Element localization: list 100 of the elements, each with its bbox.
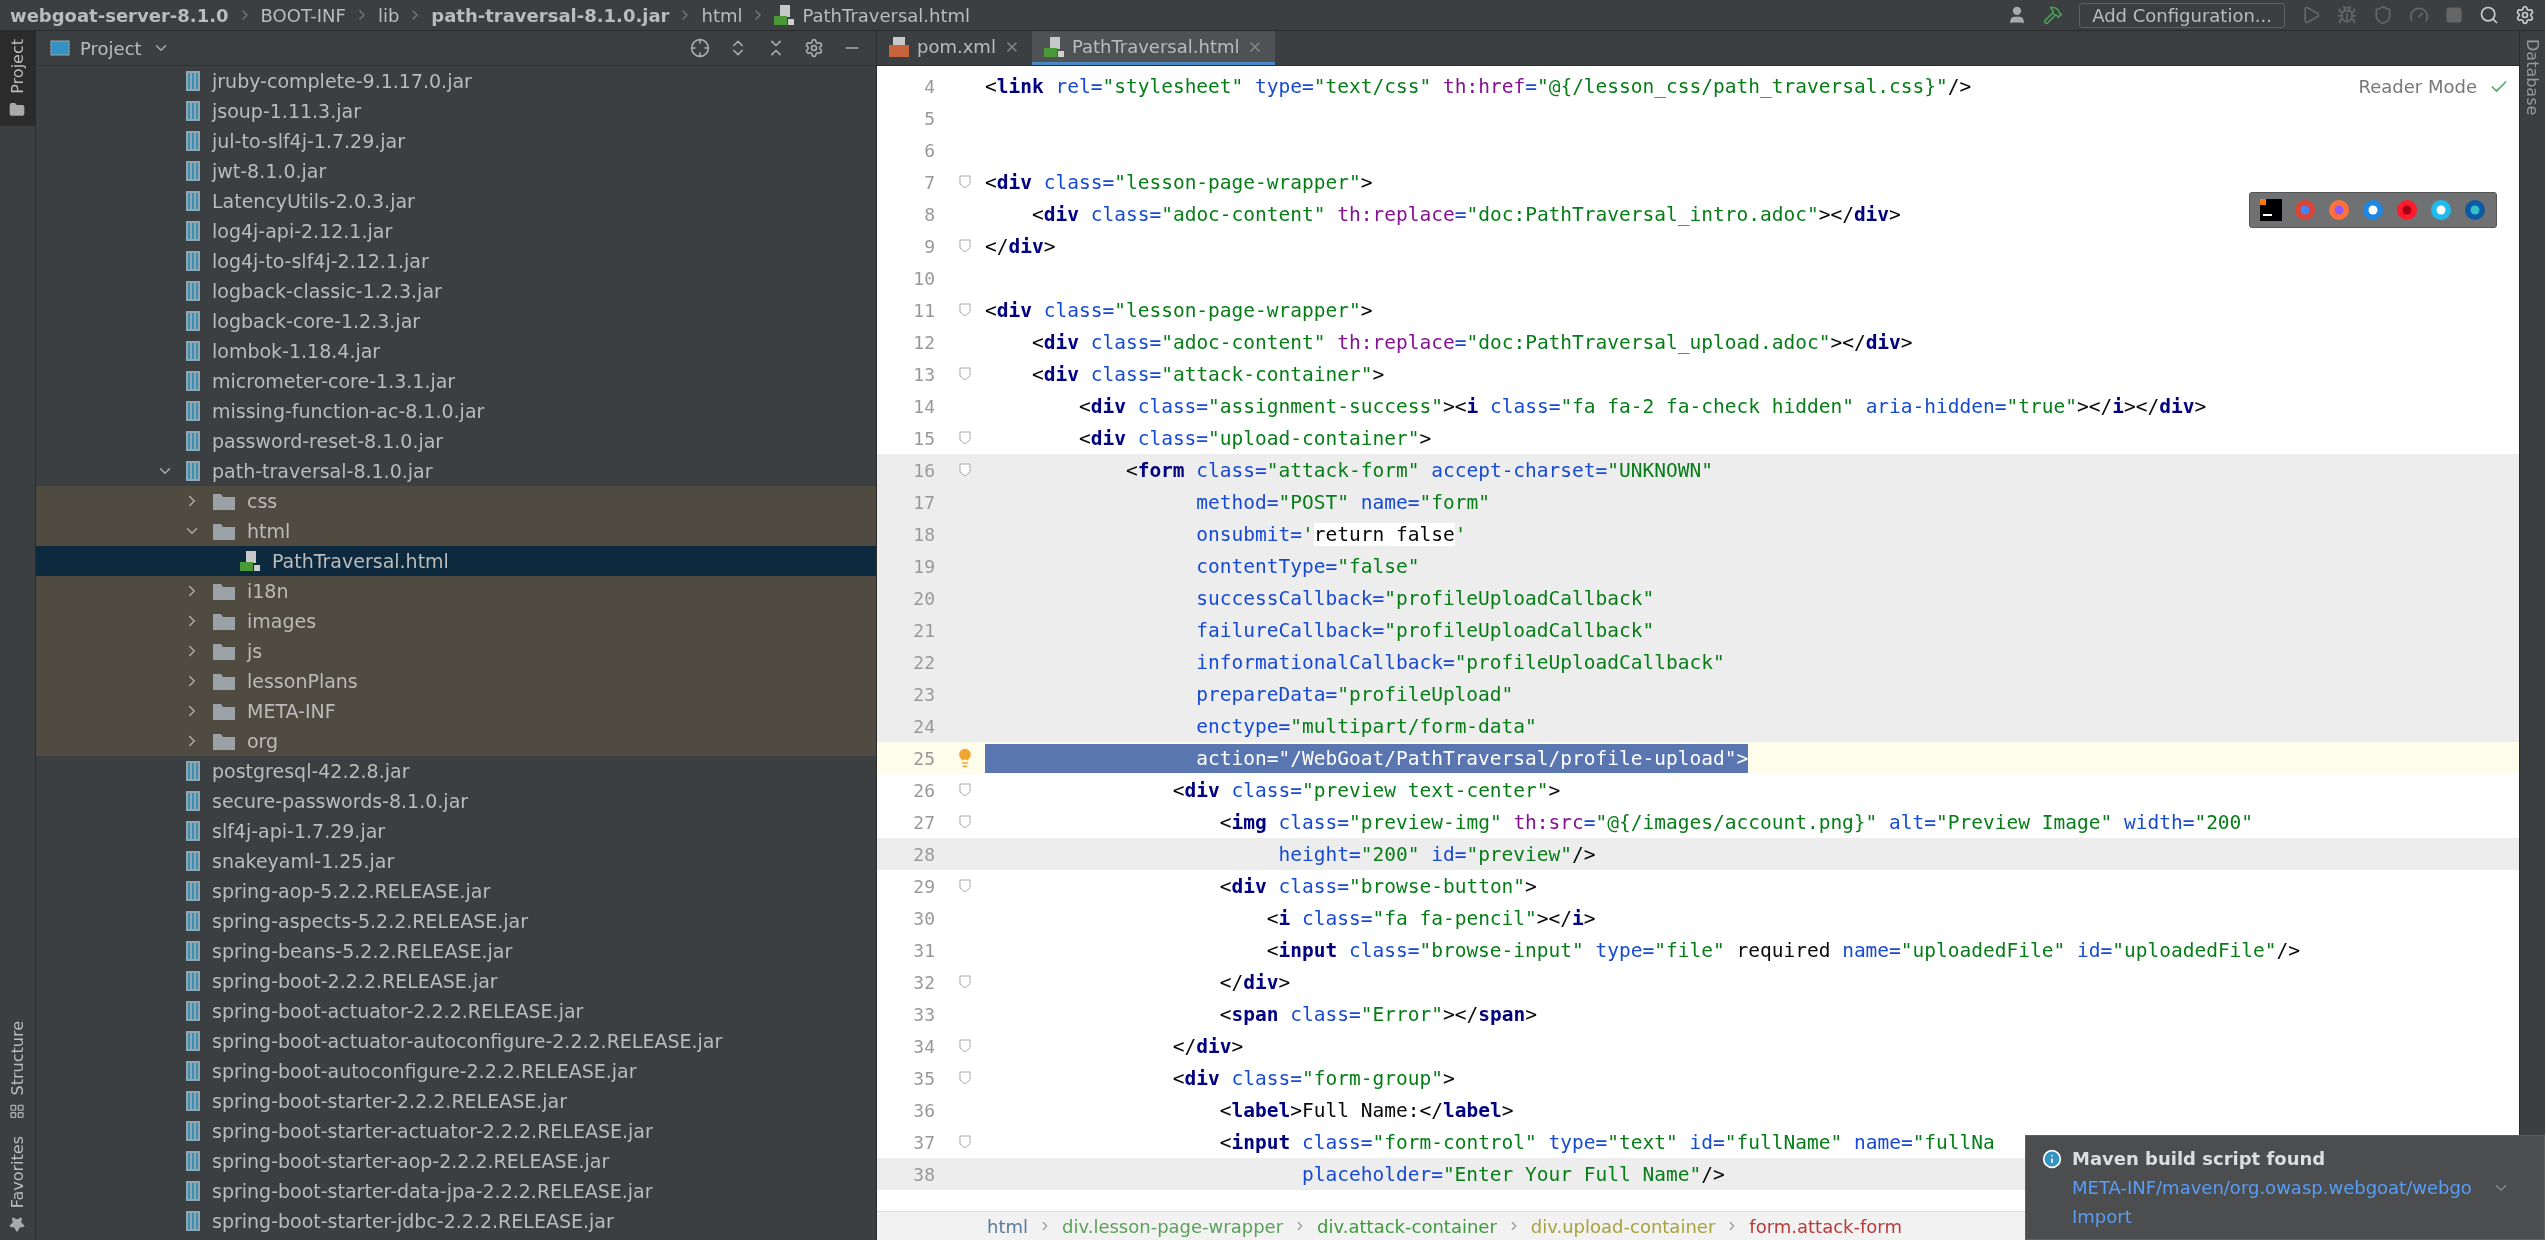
fold-marker-icon[interactable] (959, 303, 971, 317)
tree-item[interactable]: js (36, 636, 876, 666)
tree-item[interactable]: spring-boot-starter-data-jpa-2.2.2.RELEASE.jar (36, 1176, 876, 1206)
tree-item[interactable]: org (36, 726, 876, 756)
tree-item[interactable]: jruby-complete-9.1.17.0.jar (36, 66, 876, 96)
fold-marker-icon[interactable] (959, 367, 971, 381)
ide-icon[interactable] (2260, 199, 2282, 221)
browser-icon[interactable] (2362, 199, 2384, 221)
tree-item[interactable]: snakeyaml-1.25.jar (36, 846, 876, 876)
browser-icon[interactable] (2430, 199, 2452, 221)
html-file-icon (240, 551, 260, 571)
tree-item[interactable]: i18n (36, 576, 876, 606)
breadcrumb-item[interactable]: html (987, 1215, 1028, 1237)
settings-icon[interactable] (804, 38, 824, 58)
run-icon[interactable] (2301, 5, 2321, 25)
breadcrumb-item[interactable]: BOOT-INF (260, 4, 346, 26)
fold-marker-icon[interactable] (959, 815, 971, 829)
hammer-icon[interactable] (2043, 5, 2064, 25)
jar-icon (186, 971, 200, 991)
info-icon (2042, 1148, 2062, 1169)
breadcrumb-item[interactable]: div.lesson-page-wrapper (1062, 1215, 1284, 1237)
tree-item[interactable]: META-INF (36, 696, 876, 726)
tree-item[interactable]: images (36, 606, 876, 636)
browser-icon[interactable] (2464, 199, 2486, 221)
jar-icon (186, 251, 200, 271)
breadcrumb-item[interactable]: html (701, 4, 743, 26)
tree-item[interactable]: secure-passwords-8.1.0.jar (36, 786, 876, 816)
settings-icon[interactable] (2515, 5, 2535, 25)
line-number: 8 (923, 203, 936, 225)
tree-item[interactable]: spring-boot-starter-actuator-2.2.2.RELEASE.jar (36, 1116, 876, 1146)
browser-icon[interactable] (2396, 199, 2418, 221)
tree-item[interactable]: path-traversal-8.1.0.jar (36, 456, 876, 486)
tree-item[interactable]: lessonPlans (36, 666, 876, 696)
tree-item[interactable]: log4j-api-2.12.1.jar (36, 216, 876, 246)
fold-marker-icon[interactable] (959, 239, 971, 253)
tree-item[interactable]: spring-beans-5.2.2.RELEASE.jar (36, 936, 876, 966)
fold-marker-icon[interactable] (959, 783, 971, 797)
breadcrumb-item[interactable]: path-traversal-8.1.0.jar (431, 4, 670, 26)
jar-icon (186, 941, 200, 961)
tree-item[interactable]: slf4j-api-1.7.29.jar (36, 816, 876, 846)
tree-item[interactable]: jul-to-slf4j-1.7.29.jar (36, 126, 876, 156)
breadcrumb-item[interactable]: form.attack-form (1749, 1215, 1902, 1237)
tree-item[interactable]: lombok-1.18.4.jar (36, 336, 876, 366)
locate-icon[interactable] (690, 38, 710, 58)
fold-marker-icon[interactable] (959, 1039, 971, 1053)
fold-marker-icon[interactable] (959, 975, 971, 989)
debug-icon[interactable] (2337, 5, 2357, 25)
search-icon[interactable] (2479, 5, 2499, 25)
fold-marker-icon[interactable] (959, 1135, 971, 1149)
tree-item[interactable]: jsoup-1.11.3.jar (36, 96, 876, 126)
fold-marker-icon[interactable] (959, 463, 971, 477)
tree-item[interactable]: spring-aspects-5.2.2.RELEASE.jar (36, 906, 876, 936)
fold-marker-icon[interactable] (959, 431, 971, 445)
line-number: 30 (912, 907, 936, 929)
tree-item[interactable]: spring-boot-actuator-autoconfigure-2.2.2.RELEASE.jar (36, 1026, 876, 1056)
tree-item[interactable]: spring-boot-starter-aop-2.2.2.RELEASE.jar (36, 1146, 876, 1176)
jar-icon (186, 311, 200, 331)
panel-icon (50, 40, 70, 56)
tree-item[interactable]: html (36, 516, 876, 546)
tree-item[interactable]: spring-aop-5.2.2.RELEASE.jar (36, 876, 876, 906)
tree-item[interactable]: spring-boot-autoconfigure-2.2.2.RELEASE.jar (36, 1056, 876, 1086)
tree-item[interactable]: missing-function-ac-8.1.0.jar (36, 396, 876, 426)
breadcrumb-item[interactable]: webgoat-server-8.1.0 (10, 4, 229, 26)
tree-item[interactable]: spring-boot-starter-jdbc-2.2.2.RELEASE.jar (36, 1206, 876, 1236)
fold-marker-icon[interactable] (959, 879, 971, 893)
tree-item[interactable]: jwt-8.1.0.jar (36, 156, 876, 186)
code-line: <div class="browse-button"> (1218, 873, 1537, 900)
tree-item[interactable]: micrometer-core-1.3.1.jar (36, 366, 876, 396)
tree-item[interactable]: log4j-to-slf4j-2.12.1.jar (36, 246, 876, 276)
tree-item[interactable]: css (36, 486, 876, 516)
stop-icon[interactable] (2445, 6, 2463, 24)
editor-tab[interactable]: pom.xml (877, 31, 1032, 65)
tree-item[interactable]: spring-boot-2.2.2.RELEASE.jar (36, 966, 876, 996)
profile-icon[interactable] (2409, 5, 2429, 25)
fold-marker-icon[interactable] (959, 175, 971, 189)
tree-item[interactable]: PathTraversal.html (36, 546, 876, 576)
tree-item[interactable]: password-reset-8.1.0.jar (36, 426, 876, 456)
tree-item[interactable]: logback-classic-1.2.3.jar (36, 276, 876, 306)
breadcrumb-item[interactable]: lib (377, 4, 400, 26)
tool-window-tab[interactable]: Structure (0, 1013, 35, 1128)
editor-tab[interactable]: PathTraversal.html (1031, 31, 1276, 65)
breadcrumb-item[interactable]: PathTraversal.html (802, 4, 971, 26)
tool-window-tab[interactable]: Favorites (0, 1127, 35, 1240)
import-link[interactable]: Import (2072, 1206, 2132, 1227)
tree-item[interactable]: logback-core-1.2.3.jar (36, 306, 876, 336)
line-number: 11 (912, 299, 936, 321)
tree-item[interactable]: LatencyUtils-2.0.3.jar (36, 186, 876, 216)
fold-marker-icon[interactable] (959, 1071, 971, 1085)
breadcrumb-item[interactable]: div.attack-container (1317, 1215, 1497, 1237)
notification-link[interactable]: META-INF/maven/org.owasp.webgoat/webgo (2072, 1177, 2472, 1198)
tool-window-tab[interactable]: Database (2520, 31, 2545, 124)
panel-title[interactable]: Project (80, 37, 142, 59)
tool-window-tab[interactable]: Project (0, 31, 35, 126)
coverage-icon[interactable] (2373, 5, 2393, 25)
run-configuration-button[interactable]: Add Configuration... (2079, 2, 2285, 28)
tree-item[interactable]: spring-boot-starter-2.2.2.RELEASE.jar (36, 1086, 876, 1116)
tree-item[interactable]: postgresql-42.2.8.jar (36, 756, 876, 786)
tree-item[interactable]: spring-boot-actuator-2.2.2.RELEASE.jar (36, 996, 876, 1026)
reader-mode-link[interactable]: Reader Mode (2358, 76, 2477, 97)
folder-icon (213, 522, 235, 540)
